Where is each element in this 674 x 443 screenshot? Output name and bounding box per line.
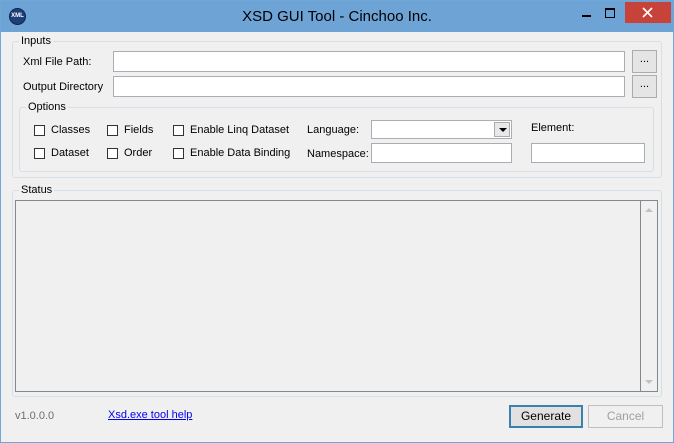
checkbox-box[interactable]	[107, 125, 118, 136]
minimize-button[interactable]	[573, 2, 599, 24]
chevron-down-icon[interactable]	[494, 122, 510, 137]
classes-label: Classes	[51, 124, 91, 136]
title-bar[interactable]: XML XSD GUI Tool - Cinchoo Inc.	[1, 1, 673, 32]
xsd-help-link[interactable]: Xsd.exe tool help	[108, 409, 192, 421]
checkbox-box[interactable]	[34, 125, 45, 136]
version-label: v1.0.0.0	[15, 410, 55, 422]
language-label: Language:	[307, 124, 359, 136]
xml-file-path-label: Xml File Path:	[23, 56, 92, 68]
dataset-label: Dataset	[51, 147, 89, 159]
status-scrollbar[interactable]	[641, 200, 658, 392]
status-legend: Status	[21, 184, 53, 196]
output-directory-input[interactable]	[113, 76, 625, 97]
enable-linq-dataset-label: Enable Linq Dataset	[190, 124, 290, 136]
classes-checkbox[interactable]: Classes	[34, 124, 104, 138]
fields-label: Fields	[124, 124, 154, 136]
enable-data-binding-checkbox[interactable]: Enable Data Binding	[173, 147, 298, 161]
checkbox-box[interactable]	[34, 148, 45, 159]
scroll-up-arrow-icon[interactable]	[645, 208, 653, 212]
maximize-button[interactable]	[598, 2, 624, 24]
checkbox-box[interactable]	[173, 125, 184, 136]
fields-checkbox[interactable]: Fields	[107, 124, 167, 138]
namespace-input[interactable]	[371, 143, 512, 163]
close-icon	[642, 7, 653, 18]
app-window: XML XSD GUI Tool - Cinchoo Inc. Inputs X…	[0, 0, 674, 443]
scroll-down-arrow-icon[interactable]	[645, 380, 653, 384]
language-select[interactable]	[371, 120, 512, 139]
element-label: Element:	[531, 122, 575, 134]
xml-file-path-input[interactable]	[113, 51, 625, 72]
element-input[interactable]	[531, 143, 645, 163]
output-directory-browse-button[interactable]: ...	[632, 75, 657, 98]
enable-data-binding-label: Enable Data Binding	[190, 147, 291, 159]
output-directory-label: Output Directory	[23, 81, 104, 93]
order-checkbox[interactable]: Order	[107, 147, 167, 161]
enable-linq-dataset-checkbox[interactable]: Enable Linq Dataset	[173, 124, 298, 138]
options-legend: Options	[28, 101, 66, 113]
order-label: Order	[124, 147, 153, 159]
xml-file-browse-button[interactable]: ...	[632, 50, 657, 73]
status-textarea[interactable]	[15, 200, 641, 392]
checkbox-box[interactable]	[107, 148, 118, 159]
close-button[interactable]	[625, 2, 671, 23]
generate-button[interactable]: Generate	[509, 405, 583, 428]
checkbox-box[interactable]	[173, 148, 184, 159]
dataset-checkbox[interactable]: Dataset	[34, 147, 104, 161]
inputs-legend: Inputs	[21, 35, 51, 47]
namespace-label: Namespace:	[307, 148, 369, 160]
cancel-button[interactable]: Cancel	[588, 405, 663, 428]
